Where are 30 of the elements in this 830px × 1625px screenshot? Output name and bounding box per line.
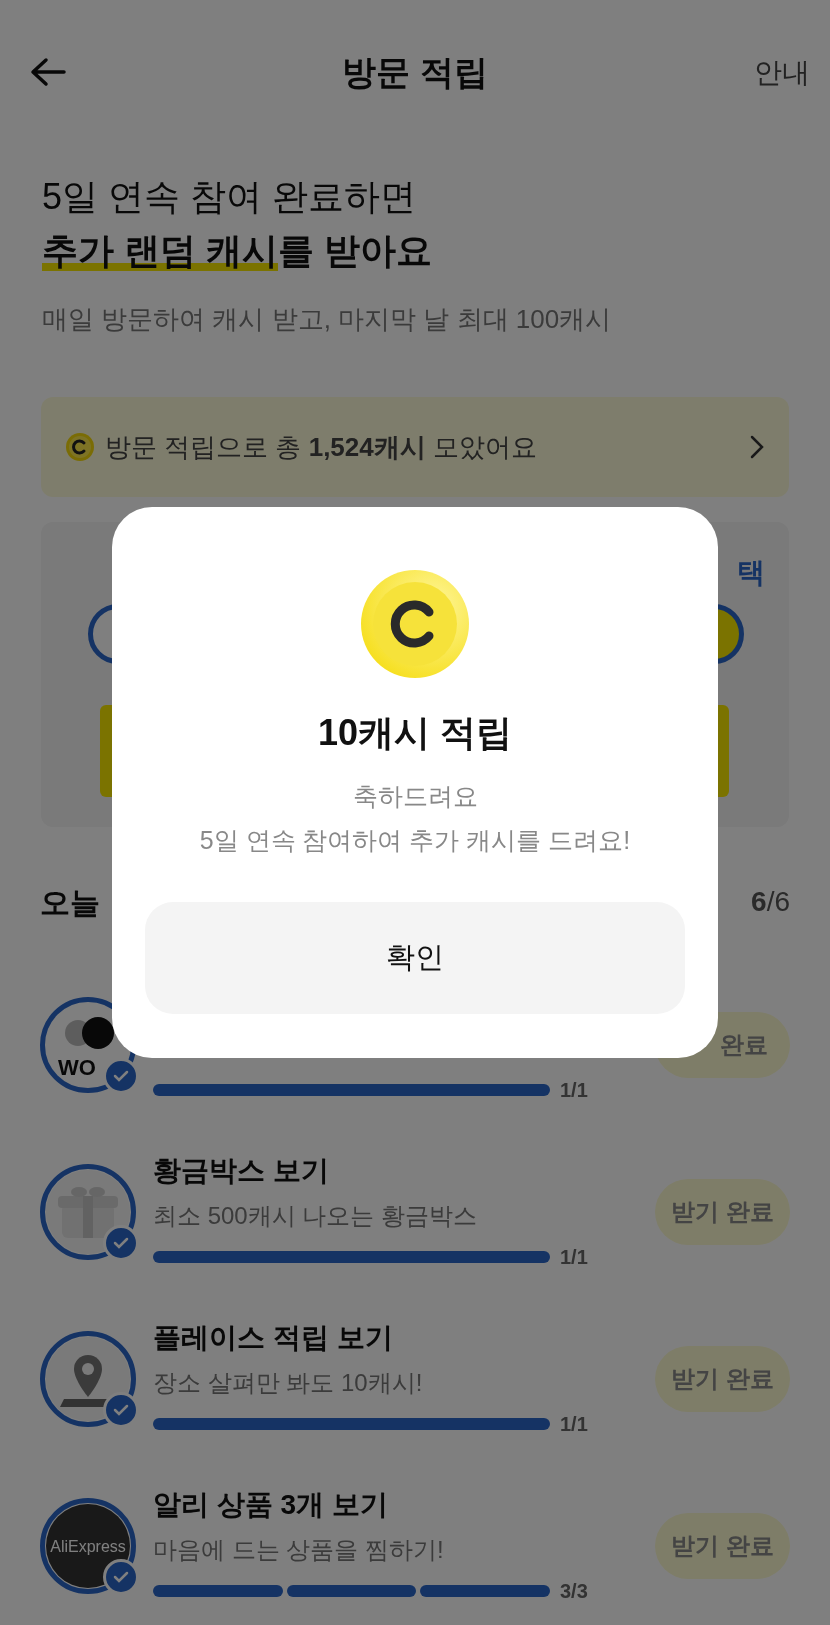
dialog-message: 5일 연속 참여하여 추가 캐시를 드려요! bbox=[199, 825, 631, 856]
streak-label: 택 bbox=[737, 556, 765, 590]
task-subtitle: 마음에 드는 상품을 찜하기! bbox=[153, 1534, 445, 1565]
progress-label: 1/1 bbox=[560, 1244, 588, 1270]
claim-button[interactable]: 받기 완료 bbox=[655, 1178, 790, 1245]
task-subtitle: 장소 살펴만 봐도 10캐시! bbox=[153, 1367, 424, 1398]
task-count: 6/6 bbox=[751, 885, 790, 919]
confirm-button[interactable]: 확인 bbox=[145, 902, 685, 1014]
dialog-title: 10캐시 적립 bbox=[317, 711, 512, 755]
task-title: 플레이스 적립 보기 bbox=[153, 1320, 394, 1355]
total-banner[interactable]: 방문 적립으로 총 1,524캐시 모았어요 bbox=[41, 397, 789, 497]
back-arrow-icon bbox=[30, 57, 66, 87]
progress-label: 1/1 bbox=[560, 1411, 588, 1437]
section-title: 오늘 bbox=[40, 884, 100, 921]
progress-label: 3/3 bbox=[560, 1578, 588, 1604]
claim-button[interactable]: 받기 완료 bbox=[655, 1345, 790, 1412]
info-link[interactable]: 안내 bbox=[754, 52, 810, 94]
progress-label: 1/1 bbox=[560, 1077, 588, 1103]
coin-icon bbox=[361, 570, 469, 678]
coin-icon bbox=[65, 432, 95, 462]
page-title: 방문 적립 bbox=[342, 52, 488, 93]
task-title: 알리 상품 3개 보기 bbox=[153, 1487, 389, 1522]
total-text: 방문 적립으로 총 1,524캐시 모았어요 bbox=[105, 430, 538, 464]
dialog-message: 축하드려요 bbox=[352, 781, 478, 812]
claim-button[interactable]: 받기 완료 bbox=[655, 1512, 790, 1579]
headline: 5일 연속 참여 완료하면 bbox=[42, 175, 418, 219]
task-subtitle: 최소 500캐시 나오는 황금박스 bbox=[153, 1200, 479, 1231]
subtitle: 매일 방문하여 캐시 받고, 마지막 날 최대 100캐시 bbox=[42, 303, 613, 336]
task-title: 황금박스 보기 bbox=[153, 1153, 330, 1188]
chevron-right-icon bbox=[749, 434, 765, 460]
